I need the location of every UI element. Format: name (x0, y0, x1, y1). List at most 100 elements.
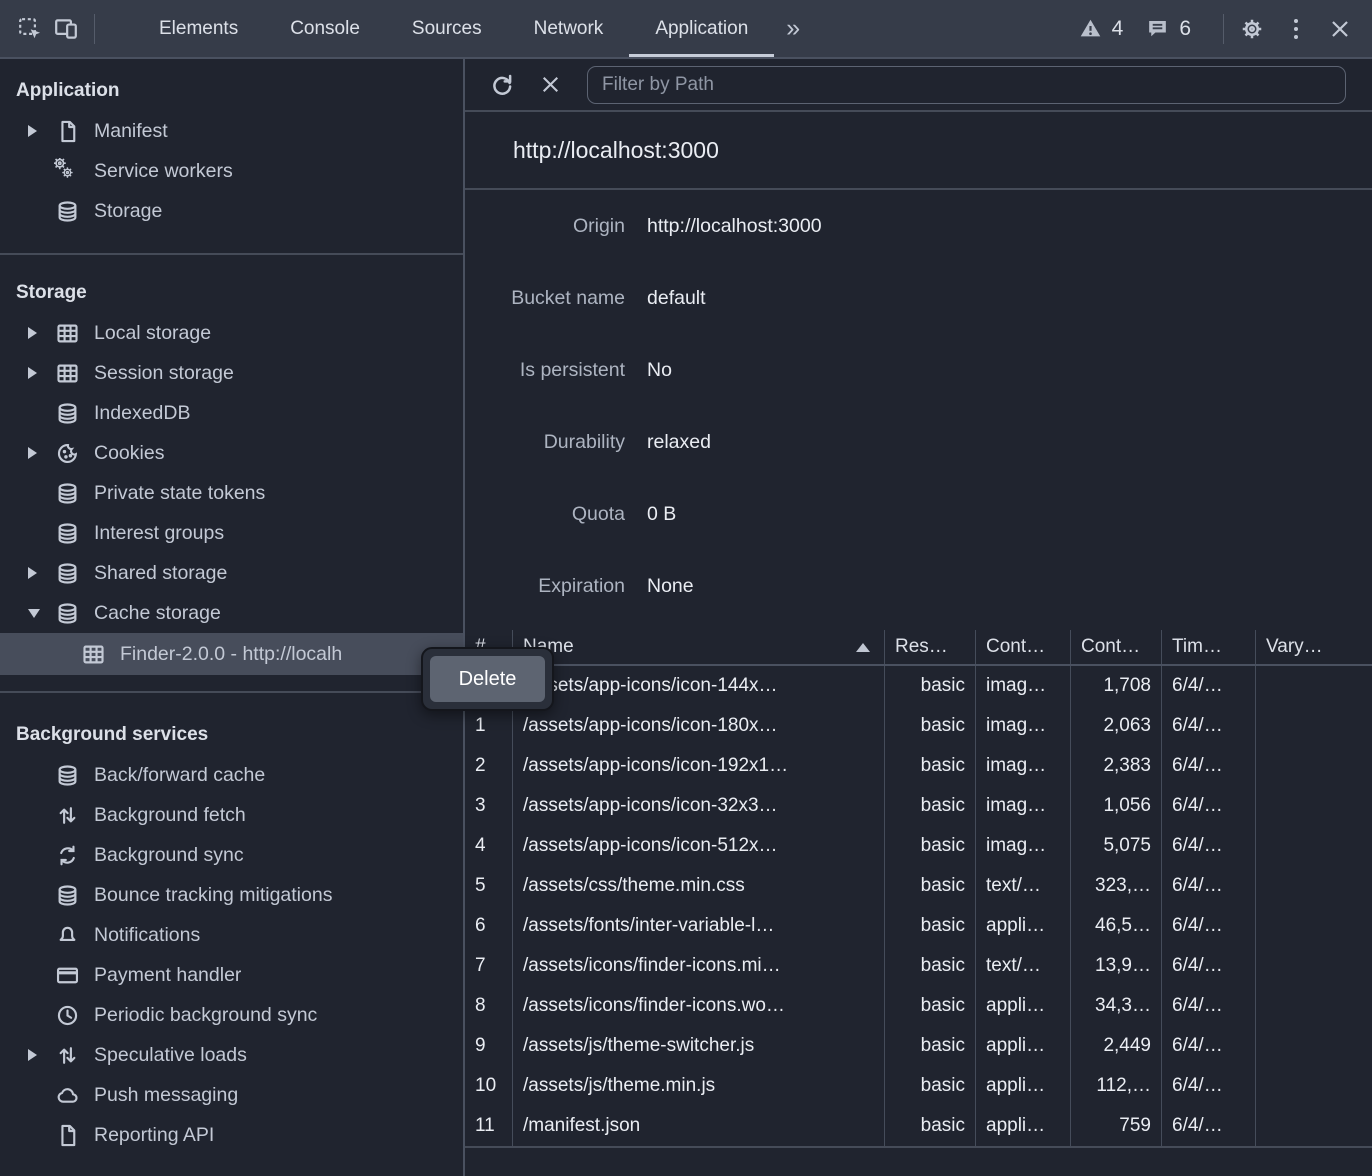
up-down-arrows-icon (54, 1042, 81, 1069)
table-row[interactable]: 4 /assets/app-icons/icon-512x… basic ima… (465, 826, 1372, 866)
sidebar-item-bounce-tracking[interactable]: Bounce tracking mitigations (0, 875, 463, 915)
table-row[interactable]: 0 /assets/app-icons/icon-144x… basic ima… (465, 666, 1372, 706)
sidebar-item-background-fetch[interactable]: Background fetch (0, 795, 463, 835)
credit-card-icon (54, 962, 81, 989)
sidebar-item-service-workers[interactable]: Service workers (0, 151, 463, 191)
sidebar-item-periodic-background-sync[interactable]: Periodic background sync (0, 995, 463, 1035)
more-tabs-icon[interactable]: » (774, 0, 812, 57)
gears-icon (54, 158, 81, 185)
database-icon (54, 762, 81, 789)
chevron-right-icon[interactable] (28, 447, 54, 459)
column-header-name[interactable]: Name (513, 630, 885, 664)
sidebar-item-label: Bounce tracking mitigations (94, 884, 332, 907)
sidebar-item-back-forward-cache[interactable]: Back/forward cache (0, 755, 463, 795)
chevron-right-icon[interactable] (28, 567, 54, 579)
table-row[interactable]: 3 /assets/app-icons/icon-32x3… basic ima… (465, 786, 1372, 826)
context-menu-item-delete[interactable]: Delete (430, 656, 545, 702)
cache-metadata: Origin http://localhost:3000 Bucket name… (465, 190, 1372, 622)
column-header-content-length[interactable]: Cont… (1071, 630, 1162, 664)
sidebar-item-label: Push messaging (94, 1084, 238, 1107)
field-label: Durability (465, 431, 625, 454)
sidebar-item-manifest[interactable]: Manifest (0, 111, 463, 151)
sidebar-item-label: Cookies (94, 442, 164, 465)
cache-storage-panel: http://localhost:3000 Origin http://loca… (465, 59, 1372, 1176)
sidebar-item-session-storage[interactable]: Session storage (0, 353, 463, 393)
sidebar-item-notifications[interactable]: Notifications (0, 915, 463, 955)
column-header-content-type[interactable]: Cont… (976, 630, 1071, 664)
sidebar-item-label: Local storage (94, 322, 211, 345)
sidebar-item-local-storage[interactable]: Local storage (0, 313, 463, 353)
sidebar-item-label: Private state tokens (94, 482, 265, 505)
field-value: 0 B (647, 503, 676, 526)
chevron-right-icon[interactable] (28, 125, 54, 137)
sidebar-item-reporting-api[interactable]: Reporting API (0, 1115, 463, 1155)
table-row[interactable]: 9 /assets/js/theme-switcher.js basic app… (465, 1026, 1372, 1066)
document-icon (54, 118, 81, 145)
tab-sources[interactable]: Sources (386, 0, 508, 57)
warnings-badge[interactable]: 4 (1078, 16, 1124, 41)
field-value: http://localhost:3000 (647, 215, 822, 238)
table-row[interactable]: 11 /manifest.json basic appli… 759 6/4/… (465, 1106, 1372, 1146)
sidebar-item-storage[interactable]: Storage (0, 191, 463, 231)
table-row[interactable]: 5 /assets/css/theme.min.css basic text/…… (465, 866, 1372, 906)
sidebar-item-label: Session storage (94, 362, 234, 385)
console-messages-badge[interactable]: 6 (1145, 16, 1191, 41)
table-row[interactable]: 6 /assets/fonts/inter-variable-l… basic … (465, 906, 1372, 946)
column-header-time[interactable]: Tim… (1162, 630, 1256, 664)
sidebar-item-indexeddb[interactable]: IndexedDB (0, 393, 463, 433)
table-row[interactable]: 8 /assets/icons/finder-icons.wo… basic a… (465, 986, 1372, 1026)
cloud-icon (54, 1082, 81, 1109)
warning-icon (1078, 16, 1103, 41)
bell-icon (54, 922, 81, 949)
field-row: Quota 0 B (465, 478, 1372, 550)
device-toolbar-icon[interactable] (48, 11, 84, 47)
field-row: Origin http://localhost:3000 (465, 190, 1372, 262)
sidebar-item-cookies[interactable]: Cookies (0, 433, 463, 473)
tab-network[interactable]: Network (508, 0, 630, 57)
table-icon (80, 641, 107, 668)
chevron-down-icon[interactable] (28, 609, 54, 618)
refresh-icon[interactable] (483, 66, 521, 104)
table-row[interactable]: 7 /assets/icons/finder-icons.mi… basic t… (465, 946, 1372, 986)
filter-by-path-input[interactable] (587, 66, 1346, 104)
chevron-right-icon[interactable] (28, 327, 54, 339)
chevron-right-icon[interactable] (28, 367, 54, 379)
inspect-element-icon[interactable] (12, 11, 48, 47)
database-icon (54, 400, 81, 427)
tab-console[interactable]: Console (264, 0, 386, 57)
sidebar-item-label: Shared storage (94, 562, 227, 585)
clear-icon[interactable] (531, 66, 569, 104)
column-header-response-type[interactable]: Res… (885, 630, 976, 664)
field-row: Expiration None (465, 550, 1372, 622)
database-icon (54, 600, 81, 627)
sidebar-item-background-sync[interactable]: Background sync (0, 835, 463, 875)
table-row[interactable]: 10 /assets/js/theme.min.js basic appli… … (465, 1066, 1372, 1106)
field-value: None (647, 575, 694, 598)
cache-entries-table: # Name Res… Cont… Cont… Tim… Vary… 0 /as… (465, 630, 1372, 1148)
close-devtools-icon[interactable] (1322, 11, 1358, 47)
tab-application[interactable]: Application (629, 0, 774, 57)
sidebar-item-cache-storage[interactable]: Cache storage (0, 593, 463, 633)
settings-gear-icon[interactable] (1234, 11, 1270, 47)
sidebar-item-shared-storage[interactable]: Shared storage (0, 553, 463, 593)
sidebar-item-payment-handler[interactable]: Payment handler (0, 955, 463, 995)
sidebar-item-label: Speculative loads (94, 1044, 247, 1067)
message-icon (1145, 16, 1170, 41)
field-value: relaxed (647, 431, 711, 454)
devtools-toolbar: Elements Console Sources Network Applica… (0, 0, 1372, 59)
kebab-menu-icon[interactable] (1278, 11, 1314, 47)
panel-tabs: Elements Console Sources Network Applica… (133, 0, 812, 57)
sidebar-item-push-messaging[interactable]: Push messaging (0, 1075, 463, 1115)
sidebar-item-cache-finder[interactable]: Finder-2.0.0 - http://localh (0, 633, 463, 675)
up-down-arrows-icon (54, 802, 81, 829)
sidebar-item-speculative-loads[interactable]: Speculative loads (0, 1035, 463, 1075)
field-row: Is persistent No (465, 334, 1372, 406)
sidebar-item-interest-groups[interactable]: Interest groups (0, 513, 463, 553)
column-header-vary[interactable]: Vary… (1256, 630, 1372, 664)
table-row[interactable]: 2 /assets/app-icons/icon-192x1… basic im… (465, 746, 1372, 786)
table-row[interactable]: 1 /assets/app-icons/icon-180x… basic ima… (465, 706, 1372, 746)
sidebar-item-private-state-tokens[interactable]: Private state tokens (0, 473, 463, 513)
chevron-right-icon[interactable] (28, 1049, 54, 1061)
sidebar-item-label: Manifest (94, 120, 168, 143)
tab-elements[interactable]: Elements (133, 0, 264, 57)
